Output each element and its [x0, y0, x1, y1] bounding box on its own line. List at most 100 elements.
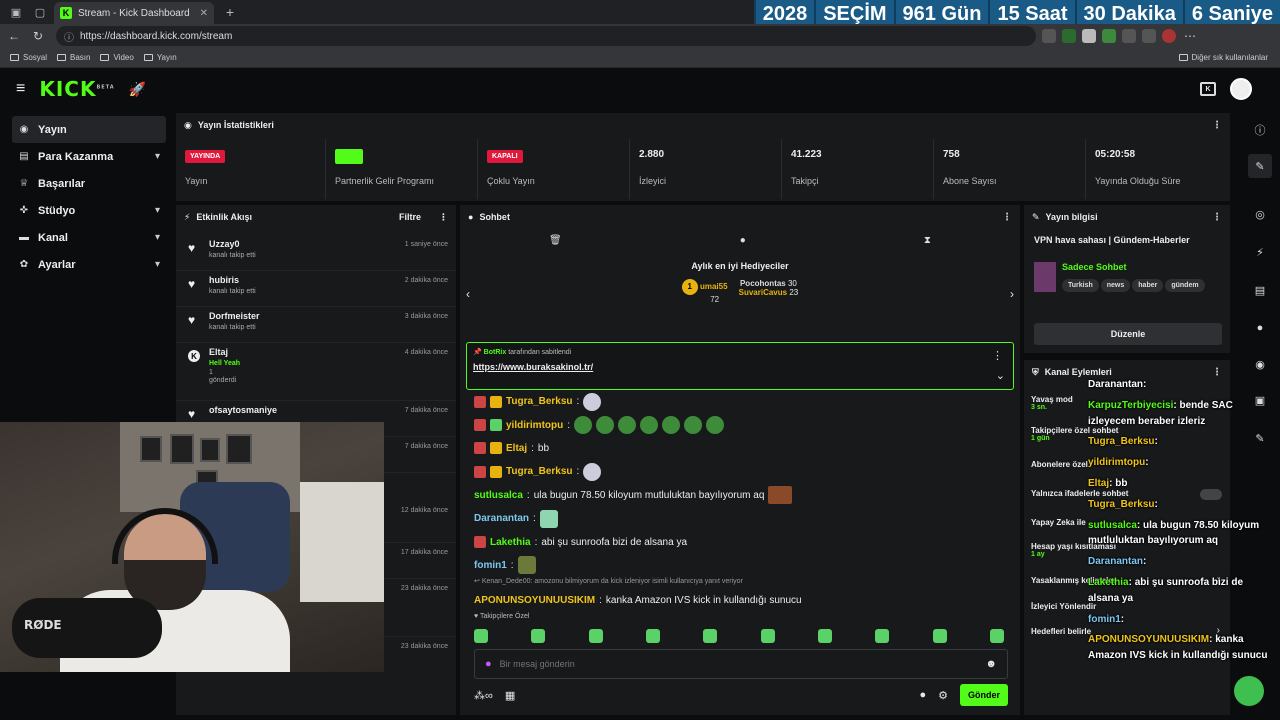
new-tab-icon[interactable]: + — [222, 4, 238, 20]
bookmark-video[interactable]: Video — [100, 53, 134, 62]
bookmark-basin[interactable]: Basın — [57, 53, 90, 62]
emote-icon[interactable] — [703, 629, 718, 643]
more-icon[interactable]: ⋮ — [1212, 120, 1222, 131]
edit-button[interactable]: Düzenle — [1034, 323, 1222, 345]
url-field[interactable]: ⓘ https://dashboard.kick.com/stream — [56, 26, 1036, 46]
emote-icon[interactable] — [932, 629, 947, 643]
action-goals[interactable]: Hedefleri belirle — [1031, 627, 1091, 636]
action-ai[interactable]: Yapay Zeka ile — [1031, 518, 1086, 527]
list-item[interactable]: K Eltaj Hell Yeah 1 gönderdi 4 dakika önce — [176, 343, 456, 401]
chat-message[interactable]: yildirimtopu: — [474, 413, 1004, 436]
extension-icon[interactable] — [1042, 29, 1056, 43]
gifter-2[interactable]: Pocohontas 30 SuvariCavus 23 — [739, 279, 799, 297]
emote-icon[interactable] — [531, 629, 546, 643]
gear-icon[interactable]: ⚙ — [938, 689, 948, 702]
emote-icon[interactable] — [474, 629, 488, 643]
site-info-icon[interactable]: ⓘ — [64, 29, 74, 44]
send-button[interactable]: Gönder — [959, 684, 1008, 706]
extension-icon[interactable] — [1082, 29, 1096, 43]
more-icon[interactable]: ⋮ — [1002, 212, 1012, 223]
emote-icon — [662, 416, 681, 435]
action-subscribers-only[interactable]: Abonelere özel — [1031, 460, 1088, 469]
chat-bubble-icon[interactable]: ● — [740, 235, 746, 246]
list-item[interactable]: ♥ Dorfmeister kanalı takip etti 3 dakika ön… — [176, 307, 456, 343]
emote-icon[interactable] — [760, 629, 775, 643]
emote-icon[interactable] — [989, 629, 1004, 643]
list-item[interactable]: ♥ Uzzay0 kanalı takip etti 1 saniye önce — [176, 235, 456, 271]
avatar[interactable] — [1230, 78, 1252, 100]
more-icon[interactable]: ⋯ — [1180, 29, 1200, 43]
kick-logo[interactable]: KICKBETA — [39, 77, 114, 101]
chat-message[interactable]: APONUNSOYUNUUSIKIM: kanka Amazon IVS kick… — [474, 589, 1004, 612]
chat-input-box[interactable]: ● ☻ — [474, 649, 1008, 679]
sidebar-item-basarilar[interactable]: ♕ Başarılar — [12, 170, 166, 197]
bookmark-sosyal[interactable]: Sosyal — [10, 53, 47, 62]
hourglass-icon[interactable]: ⧗ — [924, 235, 931, 246]
more-icon[interactable]: ⋮ — [1212, 367, 1222, 378]
store-icon[interactable]: ▦ — [505, 689, 515, 702]
extension-icon[interactable] — [1102, 29, 1116, 43]
sidebar-item-ayarlar[interactable]: ✿ Ayarlar ▾ — [12, 251, 166, 278]
emoji-icon[interactable]: ☻ — [985, 658, 997, 670]
pencil-icon[interactable]: ✎ — [1248, 154, 1272, 178]
emote-icon[interactable] — [588, 629, 603, 643]
bookmark-other[interactable]: Diğer sık kullanılanlar — [1178, 53, 1268, 62]
more-icon[interactable]: ⋮ — [439, 212, 448, 223]
bookmark-yayin[interactable]: Yayın — [143, 53, 177, 62]
category-name[interactable]: Sadece Sohbet — [1062, 262, 1207, 272]
more-icon[interactable]: ⋮ — [992, 349, 1003, 362]
sidebar-item-studyo[interactable]: ✜ Stüdyo ▾ — [12, 197, 166, 224]
chat-bubble-icon[interactable]: ● — [919, 689, 926, 701]
chat-message[interactable]: Lakethia: abi şu sunroofa bizi de alsana … — [474, 530, 1004, 553]
chat-message[interactable]: sutlusalca: ula bugun 78.50 kiloyum mutlu… — [474, 484, 1004, 507]
workspaces-icon[interactable]: ▣ — [8, 4, 24, 20]
floating-action-button[interactable] — [1234, 676, 1264, 706]
tab-actions-icon[interactable]: ▢ — [32, 4, 48, 20]
broadcast-icon[interactable]: ◉ — [1248, 352, 1272, 376]
pinned-link[interactable]: https://www.buraksakinol.tr/ — [473, 362, 1007, 372]
menu-icon[interactable]: ≡ — [16, 80, 25, 98]
action-raid[interactable]: İzleyici Yönlendir — [1031, 602, 1096, 611]
chat-message[interactable]: Tugra_Berksu: — [474, 390, 1004, 413]
sidebar-item-yayin[interactable]: ◉ Yayın — [12, 116, 166, 143]
chat-message[interactable]: fomin1: — [474, 554, 1004, 577]
list-item[interactable]: ♥ hubiris kanalı takip etti 2 dakika önce — [176, 271, 456, 307]
chat-input[interactable] — [499, 659, 978, 669]
profile-icon[interactable] — [1162, 29, 1176, 43]
lightning-icon[interactable]: ⚡ — [1248, 240, 1272, 264]
camera-icon[interactable]: ◎ — [1248, 202, 1272, 226]
close-tab-icon[interactable]: ✕ — [200, 8, 208, 19]
trophy-icon: ♕ — [19, 178, 29, 189]
info-icon[interactable]: ⓘ — [1248, 118, 1272, 142]
gifter-1[interactable]: 1 umai55 72 — [681, 279, 728, 304]
emote-icon[interactable] — [817, 629, 832, 643]
back-icon[interactable]: ← — [4, 29, 24, 43]
extension-icon[interactable] — [1062, 29, 1076, 43]
more-icon[interactable]: ⋮ — [1212, 212, 1222, 223]
chevron-right-icon[interactable]: › — [1010, 287, 1014, 301]
chevron-left-icon[interactable]: ‹ — [466, 287, 470, 301]
trash-icon[interactable]: 🗑 — [549, 235, 562, 246]
chat-bubble-icon[interactable]: ● — [1248, 316, 1272, 340]
emote-icon[interactable] — [875, 629, 890, 643]
kick-studio-icon[interactable]: K — [1200, 82, 1216, 96]
reload-icon[interactable]: ↻ — [28, 29, 48, 43]
sidebar-item-para-kazanma[interactable]: ▤ Para Kazanma ▾ — [12, 143, 166, 170]
chevron-down-icon[interactable]: ⌄ — [996, 369, 1005, 382]
browser-tab[interactable]: K Stream - Kick Dashboard ✕ — [54, 2, 214, 24]
sidebar-item-kanal[interactable]: ▬ Kanal ▾ — [12, 224, 166, 251]
kicks-icon[interactable]: ⁂∞ — [474, 689, 493, 702]
favorites-icon[interactable] — [1142, 29, 1156, 43]
action-slow-mode[interactable]: Yavaş mod 3 sn. — [1031, 395, 1073, 411]
chat-message[interactable]: Eltaj: bb — [474, 437, 1004, 460]
pinned-message[interactable]: 📌 BotRix tarafından sabitlendi https://w… — [466, 342, 1014, 390]
filter-button[interactable]: Filtre — [399, 212, 421, 222]
stat-partner: Partnerlik Gelir Programı — [326, 139, 478, 199]
rocket-icon[interactable]: 🚀 — [129, 81, 146, 98]
emote-icon[interactable] — [645, 629, 660, 643]
chat-message[interactable]: Daranantan: — [474, 507, 1004, 530]
mic-icon[interactable]: ● — [485, 658, 492, 670]
document-icon[interactable]: ▤ — [1248, 278, 1272, 302]
chat-message[interactable]: Tugra_Berksu: — [474, 460, 1004, 483]
extension-icon[interactable] — [1122, 29, 1136, 43]
